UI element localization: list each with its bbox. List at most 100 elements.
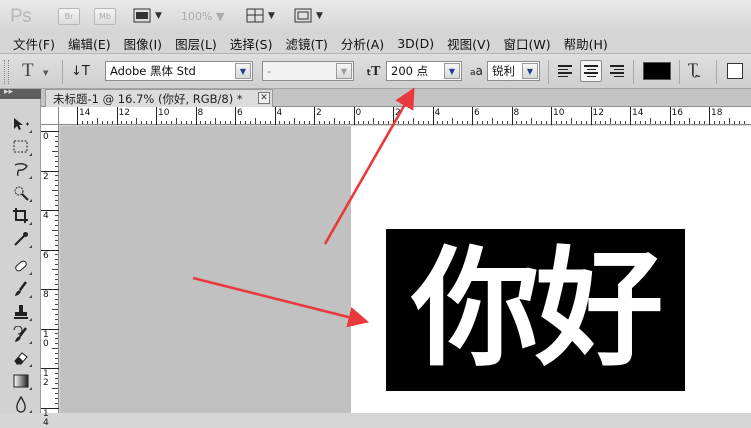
ruler-minor-tick xyxy=(215,118,217,124)
ruler-tick xyxy=(116,107,118,125)
marquee-icon[interactable] xyxy=(9,137,33,157)
menu-window[interactable]: 窗口(W) xyxy=(503,34,550,53)
close-icon[interactable]: ✕ xyxy=(258,92,270,104)
horizontal-ruler[interactable]: 14 12 10 8 6 4 2 0 2 4 6 8 10 12 14 16 18 xyxy=(59,107,751,125)
ruler-tick xyxy=(472,107,473,125)
text-layer[interactable]: 你好 xyxy=(386,229,685,391)
blur-icon[interactable] xyxy=(9,394,33,414)
ruler-label: 6 xyxy=(474,108,480,118)
zoom-level-dropdown[interactable]: 100% ▼ xyxy=(181,10,224,23)
ruler-tick xyxy=(77,107,78,125)
character-panel-icon[interactable] xyxy=(727,63,743,79)
ruler-minor-tick xyxy=(486,121,488,124)
ruler-minor-tick xyxy=(230,121,232,124)
ruler-minor-tick xyxy=(52,150,58,152)
align-left-button[interactable] xyxy=(555,60,577,82)
ruler-minor-tick xyxy=(55,284,58,286)
ruler-minor-tick xyxy=(284,121,286,124)
font-family-select[interactable]: Adobe 黑体 Std ▼ xyxy=(105,61,253,81)
ruler-label: 4 xyxy=(434,108,441,118)
ruler-minor-tick xyxy=(397,121,399,124)
ruler-minor-tick xyxy=(55,397,58,399)
antialias-select[interactable]: 锐利 ▼ xyxy=(487,61,540,81)
collapse-toolbox-icon[interactable]: ▸▸ xyxy=(4,87,13,97)
tool-preset-picker[interactable]: T xyxy=(22,60,34,82)
eraser-icon[interactable] xyxy=(9,348,33,368)
view-extras-dropdown[interactable]: ▼ xyxy=(133,8,162,23)
ruler-tick xyxy=(432,107,434,125)
ruler-minor-tick xyxy=(279,121,281,124)
options-bar-grip[interactable] xyxy=(4,60,9,84)
ruler-minor-tick xyxy=(679,121,681,124)
move-icon[interactable] xyxy=(9,114,33,134)
menu-layer[interactable]: 图层(L) xyxy=(175,34,217,53)
crop-icon[interactable] xyxy=(9,206,33,226)
align-center-button[interactable] xyxy=(580,60,602,82)
text-color-swatch[interactable] xyxy=(643,62,671,80)
arrange-documents-dropdown[interactable]: ▼ xyxy=(246,8,275,23)
ruler-minor-tick xyxy=(304,121,306,124)
align-right-button[interactable] xyxy=(605,60,627,82)
menu-view[interactable]: 视图(V) xyxy=(447,34,490,53)
ruler-minor-tick xyxy=(111,121,113,124)
ruler-minor-tick xyxy=(417,121,419,124)
ruler-minor-tick xyxy=(55,195,58,197)
warp-text-icon[interactable]: Ʈ̰ xyxy=(688,61,698,79)
menu-analysis[interactable]: 分析(A) xyxy=(341,34,384,53)
screen-mode-dropdown[interactable]: ▼ xyxy=(294,8,323,23)
ruler-label: 2 xyxy=(395,108,401,118)
ruler-minor-tick xyxy=(447,121,449,124)
menu-select[interactable]: 选择(S) xyxy=(230,34,273,53)
ruler-label: 1 4 xyxy=(43,408,49,428)
menu-file[interactable]: 文件(F) xyxy=(13,34,55,53)
ruler-minor-tick xyxy=(644,121,646,124)
eyedropper-icon[interactable] xyxy=(9,229,33,249)
ruler-minor-tick xyxy=(546,121,548,124)
ruler-origin[interactable] xyxy=(41,107,59,125)
ruler-minor-tick xyxy=(55,259,58,261)
ruler-label: 6 xyxy=(237,108,243,118)
ruler-minor-tick xyxy=(615,121,617,124)
ruler-minor-tick xyxy=(52,348,58,350)
lasso-icon[interactable] xyxy=(9,160,33,180)
ruler-minor-tick xyxy=(55,224,58,226)
ruler-minor-tick xyxy=(205,121,207,124)
ruler-minor-tick xyxy=(600,121,602,124)
menu-3d[interactable]: 3D(D) xyxy=(397,36,434,51)
ruler-minor-tick xyxy=(131,121,133,124)
ruler-label: 10 xyxy=(158,108,170,118)
gradient-icon[interactable] xyxy=(9,371,33,391)
vertical-ruler[interactable]: 0 2 4 6 8 1 0 1 2 1 4 xyxy=(41,125,59,427)
minibridge-button[interactable]: Mb xyxy=(94,8,116,25)
stamp-icon[interactable] xyxy=(9,302,33,322)
menu-image[interactable]: 图像(I) xyxy=(124,34,162,53)
brush-icon[interactable] xyxy=(9,279,33,299)
ruler-minor-tick xyxy=(55,155,58,157)
ruler-minor-tick xyxy=(55,293,58,295)
menu-help[interactable]: 帮助(H) xyxy=(564,34,608,53)
font-style-select[interactable]: - ▼ xyxy=(262,61,354,81)
toolbox-header[interactable]: ▸▸ xyxy=(0,87,41,99)
document-tab[interactable]: 未标题-1 @ 16.7% (你好, RGB/8) * xyxy=(45,89,273,107)
history-brush-icon[interactable] xyxy=(9,325,33,345)
ruler-minor-tick xyxy=(101,121,103,124)
menu-edit[interactable]: 编辑(E) xyxy=(68,34,111,53)
ruler-tick xyxy=(235,107,236,125)
ruler-minor-tick xyxy=(55,244,58,246)
font-size-select[interactable]: 200 点 ▼ xyxy=(386,61,462,81)
ruler-minor-tick xyxy=(289,121,291,124)
healing-icon[interactable] xyxy=(9,256,33,276)
quick-select-icon[interactable] xyxy=(9,183,33,203)
bridge-button[interactable]: Br xyxy=(58,8,80,25)
ruler-label: 10 xyxy=(553,108,565,118)
toggle-text-orientation-icon[interactable]: ↓T xyxy=(71,64,90,79)
ruler-label: 0 xyxy=(355,108,362,118)
ruler-minor-tick xyxy=(239,121,241,124)
separator xyxy=(716,60,717,84)
menu-filter[interactable]: 滤镜(T) xyxy=(285,34,327,53)
ruler-tick xyxy=(630,107,631,125)
ruler-minor-tick xyxy=(52,229,58,231)
ruler-minor-tick xyxy=(81,121,83,124)
ruler-minor-tick xyxy=(52,190,58,192)
ruler-label: 2 xyxy=(43,171,49,182)
